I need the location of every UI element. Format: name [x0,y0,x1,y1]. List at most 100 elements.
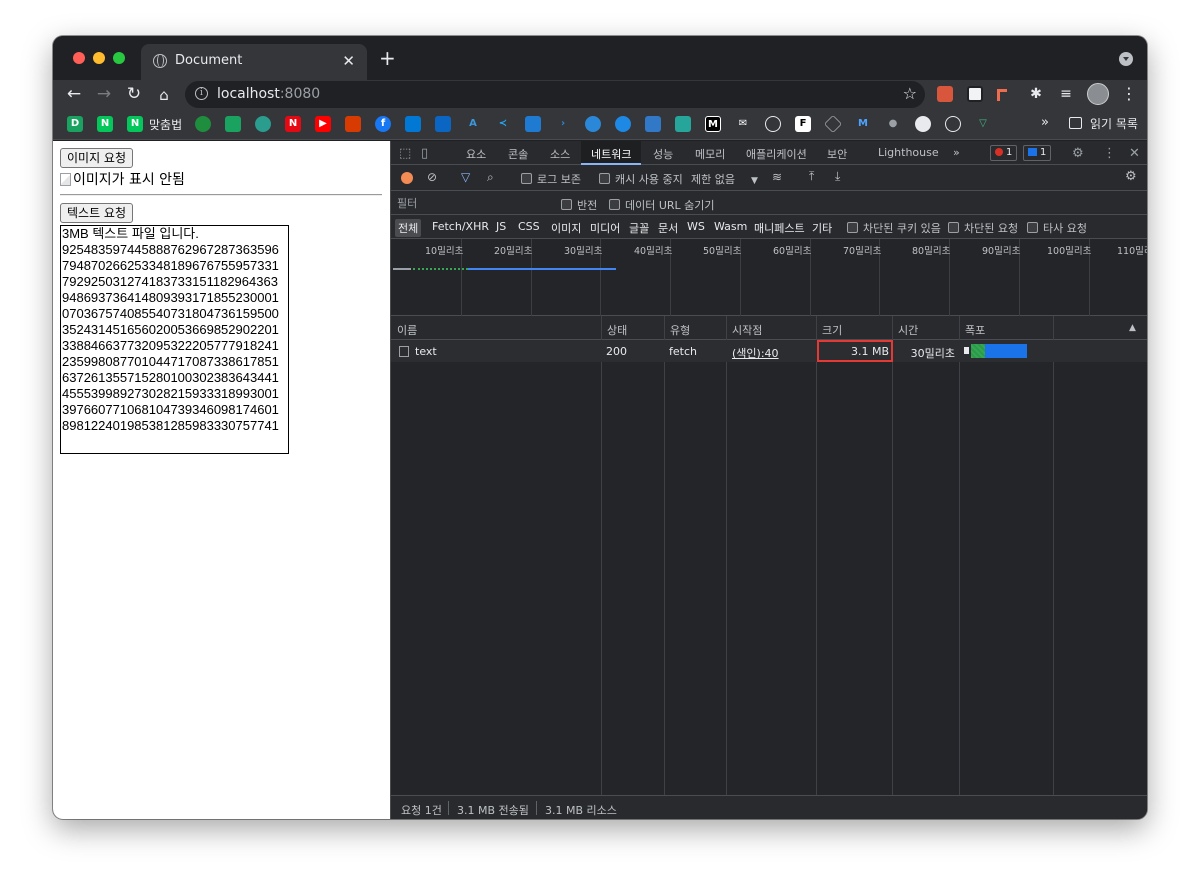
vscode-bookmark-icon[interactable]: ≺ [495,116,511,132]
gmail-bookmark-icon[interactable]: ✉ [735,116,751,132]
naver-bookmark-icon[interactable]: N [97,116,113,132]
throttling-select[interactable]: 제한 없음 ▼ [691,171,758,187]
tab-sources[interactable]: 소스 [550,146,570,162]
tab-performance[interactable]: 성능 [653,146,673,162]
sort-ascending-icon[interactable]: ▲ [1129,323,1136,333]
youtube-bookmark-icon[interactable]: ▶ [315,116,331,132]
bookmark-icon-14[interactable] [525,116,541,132]
typescript-bookmark-icon[interactable] [645,116,661,132]
bookmark-icon-5[interactable] [225,116,241,132]
preserve-log-checkbox[interactable]: 로그 보존 [521,171,581,187]
back-arrow-icon[interactable]: ← [63,84,85,104]
tab-network[interactable]: 네트워크 [581,141,642,165]
filter-input[interactable]: 필터 [397,195,547,211]
inspect-element-icon[interactable]: ⬚ [399,146,411,161]
bookmark-icon-22[interactable] [765,116,781,132]
type-image[interactable]: 이미지 [548,219,584,237]
bookmark-icon-23[interactable]: F [795,116,811,132]
type-all[interactable]: 전체 [395,219,422,237]
tab-close-icon[interactable]: ✕ [342,52,355,70]
error-count-badge[interactable]: 1 [990,145,1018,161]
type-fetch-xhr[interactable]: Fetch/XHR [429,219,492,234]
type-font[interactable]: 글꼴 [626,219,652,237]
export-har-icon[interactable]: ⤓ [835,169,840,184]
column-initiator[interactable]: 시작점 [732,322,762,338]
close-devtools-icon[interactable]: ✕ [1129,146,1140,161]
column-name[interactable]: 이름 [397,322,417,338]
tab-search-icon[interactable] [1119,52,1133,66]
bookmark-icon-6[interactable] [255,116,271,132]
type-media[interactable]: 미디어 [587,219,623,237]
has-blocked-cookies-checkbox[interactable]: 차단된 쿠키 있음 [847,220,941,236]
bookmark-icon-1[interactable]: D [67,116,83,132]
outlook-bookmark-icon[interactable] [405,116,421,132]
bookmark-icon-19[interactable] [675,116,691,132]
column-size[interactable]: 크기 [822,322,842,338]
bookmark-icon-4[interactable] [195,116,211,132]
column-time[interactable]: 시간 [898,322,918,338]
apple-bookmark-icon[interactable]: ● [885,116,901,132]
more-tabs-button[interactable]: » [953,146,960,159]
zoom-window-button[interactable] [113,52,125,64]
type-css[interactable]: CSS [515,219,543,234]
image-request-button[interactable]: 이미지 요청 [60,148,134,168]
forward-arrow-icon[interactable]: → [93,84,115,104]
type-other[interactable]: 기타 [809,219,835,237]
netflix-bookmark-icon[interactable]: N [285,116,301,132]
medium-bookmark-icon[interactable]: M [705,116,721,132]
bookmark-icon-28[interactable] [945,116,961,132]
text-request-button[interactable]: 텍스트 요청 [60,203,134,223]
facebook-bookmark-icon[interactable]: f [375,116,391,132]
tab-lighthouse[interactable]: Lighthouse [878,146,939,159]
bookmark-icon-24[interactable] [823,114,843,134]
reload-icon[interactable]: ↻ [123,84,145,104]
puzzle-extensions-icon[interactable]: ✱ [1025,86,1047,102]
type-manifest[interactable]: 매니페스트 [751,219,808,237]
hide-data-urls-checkbox[interactable]: 데이터 URL 숨기기 [609,197,715,213]
blocked-requests-checkbox[interactable]: 차단된 요청 [948,220,1018,236]
azure-bookmark-icon[interactable]: A [465,116,481,132]
network-conditions-icon[interactable]: ≋ [772,170,782,184]
request-initiator-link[interactable]: (색인):40 [732,345,779,361]
third-party-requests-checkbox[interactable]: 타사 요청 [1027,220,1087,236]
disable-cache-checkbox[interactable]: 캐시 사용 중지 [599,171,683,187]
column-waterfall[interactable]: 폭포 [965,322,985,338]
type-js[interactable]: JS [493,219,509,234]
site-info-icon[interactable]: i [195,87,208,100]
extension-icon-1[interactable] [937,86,953,102]
tab-memory[interactable]: 메모리 [695,146,725,162]
bookmark-icon-15[interactable]: › [555,116,571,132]
extension-icon-3[interactable] [997,89,1007,101]
globe-bookmark-icon[interactable] [615,116,631,132]
bookmark-icon-25[interactable]: M [855,116,871,132]
notion-extension-icon[interactable] [967,86,983,102]
record-button[interactable] [401,172,413,184]
import-har-icon[interactable]: ⤒ [809,169,814,184]
table-row[interactable]: text 200 fetch (색인):40 3.1 MB 30밀리초 [391,340,1147,362]
type-wasm[interactable]: Wasm [711,219,750,234]
home-icon[interactable]: ⌂ [153,86,175,104]
message-count-badge[interactable]: 1 [1023,145,1052,161]
github-bookmark-icon[interactable] [915,116,931,132]
close-window-button[interactable] [73,52,85,64]
chrome-menu-icon[interactable]: ⋮ [1121,84,1137,103]
tab-security[interactable]: 보안 [827,146,847,162]
address-url[interactable]: localhost:8080 [217,86,320,102]
tab-elements[interactable]: 요소 [466,146,486,162]
clear-icon[interactable]: ⊘ [427,170,437,184]
tab-application[interactable]: 애플리케이션 [746,146,807,162]
minimize-window-button[interactable] [93,52,105,64]
invert-checkbox[interactable]: 반전 [561,197,597,213]
bookmarks-overflow-button[interactable]: » [1041,115,1049,130]
media-control-icon[interactable]: ≡ [1055,86,1077,102]
request-name[interactable]: text [415,345,437,358]
naver-spelling-icon[interactable]: N [127,116,143,132]
filter-funnel-icon[interactable]: ▽ [461,170,470,184]
column-status[interactable]: 상태 [607,322,627,338]
type-ws[interactable]: WS [684,219,708,234]
office-bookmark-icon[interactable] [345,116,361,132]
device-toolbar-icon[interactable]: ▯ [421,146,428,161]
text-result-box[interactable]: 3MB 텍스트 파일 입니다. 925483597445888762967287… [60,225,289,454]
tab-console[interactable]: 콘솔 [508,146,528,162]
settings-gear-icon[interactable]: ⚙ [1072,146,1084,161]
